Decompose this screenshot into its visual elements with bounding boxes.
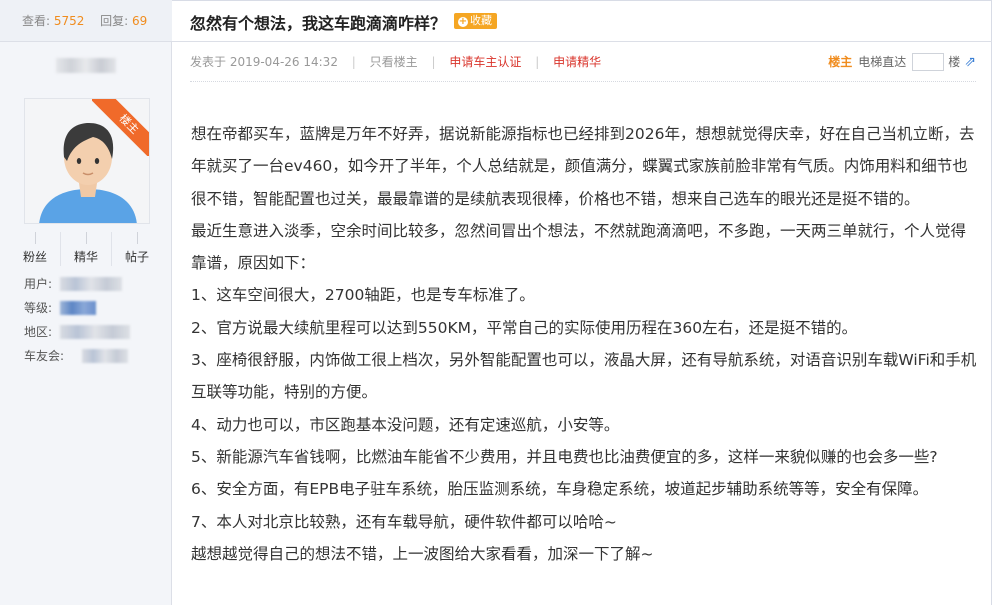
level-label: 等级: — [24, 301, 53, 315]
essence-label: 精华 — [73, 250, 98, 264]
club-row: 车友会: — [24, 349, 130, 373]
views-count: 5752 — [53, 14, 85, 28]
elevator-label: 电梯直达 — [858, 55, 907, 69]
divider: | — [535, 55, 540, 69]
essence-count[interactable]: 精华 — [60, 232, 111, 266]
paragraph: 2、官方说最大续航里程可以达到550KM，平常自己的实际使用历程在360左右，还… — [191, 318, 858, 337]
posts-label: 帖子 — [124, 250, 149, 264]
region-value-blurred — [60, 325, 130, 339]
paragraph: 1、这车空间很大，2700轴距，也是专车标准了。 — [191, 286, 535, 305]
post-title: 忽然有个想法，我这车跑滴滴咋样？ — [190, 14, 447, 33]
owner-badge-label: 楼主 — [92, 99, 149, 156]
avatar[interactable]: 楼主 — [24, 98, 150, 224]
apply-essence-link[interactable]: 申请精华 — [553, 55, 601, 69]
author-sidebar: 查看: 5752 回复: 69 楼主 粉丝 精华 帖子 用户: 等级: 地区: … — [0, 0, 172, 605]
owner-tag: 楼主 — [828, 55, 853, 69]
user-value-blurred[interactable] — [60, 277, 122, 291]
paragraph: 5、新能源汽车省钱啊，比燃油车能省不少费用，并且电费也比油费便宜的多，这样一来貌… — [191, 447, 938, 466]
posted-time: 发表于 2019-04-26 14:32 — [190, 55, 338, 69]
level-row: 等级: — [24, 301, 130, 325]
floor-jump: 楼主 电梯直达 楼 ⇗ — [828, 42, 976, 82]
author-name-blurred[interactable] — [56, 58, 116, 73]
paragraph: 6、安全方面，有EPB电子驻车系统，胎压监测系统，车身稳定系统，坡道起步辅助系统… — [191, 480, 929, 499]
region-label: 地区: — [24, 325, 53, 339]
paragraph: 最近生意进入淡季，空余时间比较多，忽然间冒出个想法，不然就跑滴滴吧，不多跑，一天… — [191, 221, 967, 273]
author-counts: 粉丝 精华 帖子 — [10, 232, 162, 266]
paragraph: 越想越觉得自己的想法不错，上一波图给大家看看，加深一下了解~ — [191, 544, 654, 563]
paragraph: 4、动力也可以，市区跑基本没问题，还有定速巡航，小安等。 — [191, 415, 620, 434]
region-row: 地区: — [24, 325, 130, 349]
paragraph: 3、座椅很舒服，内饰做工很上档次，另外智能配置也可以，液晶大屏，还有导航系统，对… — [191, 351, 977, 402]
favorite-button[interactable]: + 收藏 — [454, 13, 497, 29]
title-bar: 忽然有个想法，我这车跑滴滴咋样？ + 收藏 — [172, 0, 992, 42]
user-label: 用户: — [24, 277, 53, 291]
post-info-bar: 发表于 2019-04-26 14:32 | 只看楼主 | 申请车主认证 | 申… — [190, 42, 976, 82]
thread-stats: 查看: 5752 回复: 69 — [0, 0, 172, 42]
club-label: 车友会: — [24, 349, 65, 363]
fans-count[interactable]: 粉丝 — [10, 232, 60, 266]
plus-icon: + — [458, 16, 468, 27]
level-value-blurred — [60, 301, 96, 315]
paragraph: 想在帝都买车，蓝牌是万年不好弄，据说新能源指标也已经排到2026年，想想就觉得庆… — [191, 125, 975, 208]
floor-input[interactable] — [912, 53, 945, 71]
post-main: 忽然有个想法，我这车跑滴滴咋样？ + 收藏 发表于 2019-04-26 14:3… — [172, 0, 992, 605]
favorite-label: 收藏 — [470, 14, 492, 27]
owner-badge: 楼主 — [92, 99, 149, 156]
views-label: 查看: — [22, 14, 51, 28]
replies-count: 69 — [131, 14, 148, 28]
jump-arrow-icon[interactable]: ⇗ — [964, 42, 976, 82]
divider: | — [431, 55, 436, 69]
paragraph: 7、本人对北京比较熟，还有车载导航，硬件软件都可以哈哈~ — [191, 512, 617, 531]
replies-label: 回复: — [100, 14, 129, 28]
club-value-blurred[interactable] — [82, 349, 128, 363]
divider: | — [351, 55, 356, 69]
apply-cert-link[interactable]: 申请车主认证 — [449, 55, 521, 69]
only-owner-link[interactable]: 只看楼主 — [370, 55, 418, 69]
floor-suffix: 楼 — [948, 55, 961, 69]
posts-count[interactable]: 帖子 — [111, 232, 162, 266]
author-meta: 用户: 等级: 地区: 车友会: — [24, 277, 130, 373]
post-body: 想在帝都买车，蓝牌是万年不好弄，据说新能源指标也已经排到2026年，想想就觉得庆… — [191, 118, 981, 570]
user-row: 用户: — [24, 277, 130, 301]
fans-label: 粉丝 — [22, 250, 47, 264]
